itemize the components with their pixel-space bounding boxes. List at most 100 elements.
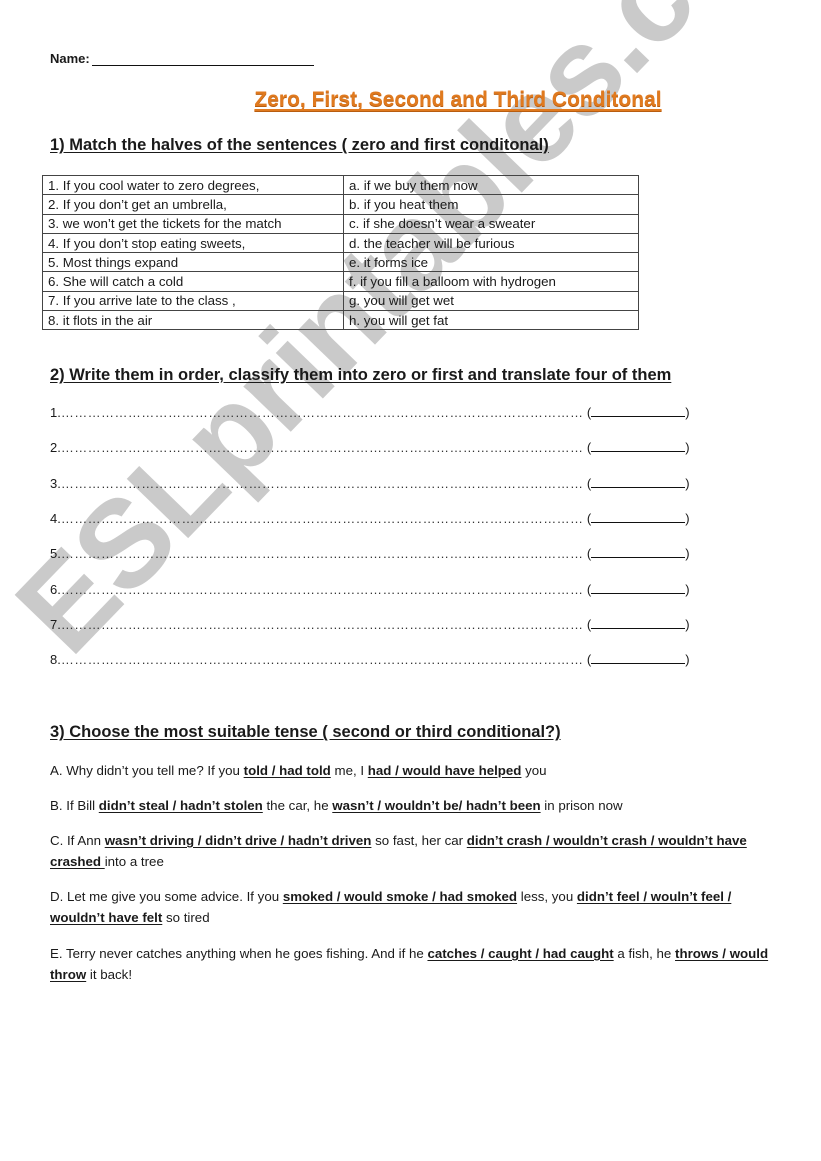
question-text: less, you — [517, 889, 577, 904]
paren-close: ) — [685, 440, 690, 455]
sentence-first-half: 5. Most things expand — [42, 252, 344, 273]
sentence-first-half: 3. we won’t get the tickets for the matc… — [42, 213, 344, 234]
question-item: A. Why didn’t you tell me? If you told /… — [50, 760, 770, 781]
name-field[interactable]: Name: — [50, 51, 314, 66]
classification-blank[interactable]: () — [587, 476, 690, 491]
question-item: B. If Bill didn’t steal / hadn’t stolen … — [50, 795, 770, 816]
worksheet-title: Zero, First, Second and Third Conditonal — [254, 88, 662, 111]
line-number: 6. — [50, 582, 61, 597]
sentence-first-half: 2. If you don’t get an umbrella, — [42, 194, 344, 215]
table-row: 8. it flots in the air h. you will get fa… — [42, 310, 639, 331]
classification-blank[interactable]: () — [587, 405, 690, 420]
answer-line[interactable]: 6.……………………………………………………………………………………………………… — [50, 582, 700, 597]
sentence-second-half: h. you will get fat — [343, 310, 639, 331]
matching-table: 1. If you cool water to zero degrees, a. … — [42, 174, 639, 331]
sentence-first-half: 1. If you cool water to zero degrees, — [42, 174, 344, 196]
line-number: 5. — [50, 546, 61, 561]
sentence-second-half: d. the teacher will be furious — [343, 232, 639, 254]
paren-close: ) — [685, 511, 690, 526]
answer-options[interactable]: didn’t steal / hadn’t stolen — [99, 798, 263, 813]
question-item: D. Let me give you some advice. If you s… — [50, 886, 770, 928]
answer-line[interactable]: 3.……………………………………………………………………………………………………… — [50, 476, 700, 491]
paren-close: ) — [685, 582, 690, 597]
classification-underline[interactable] — [591, 440, 686, 452]
question-text: it back! — [86, 967, 133, 982]
classification-blank[interactable]: () — [587, 546, 690, 561]
sentence-second-half: b. if you heat them — [343, 194, 639, 215]
question-text: in prison now — [540, 798, 623, 813]
answer-options[interactable]: wasn’t / wouldn’t be/ hadn’t been — [332, 798, 540, 813]
question-item: E. Terry never catches anything when he … — [50, 943, 770, 985]
question-text: A. Why didn’t you tell me? If you — [50, 763, 244, 778]
classification-underline[interactable] — [591, 546, 686, 558]
classification-blank[interactable]: () — [587, 511, 690, 526]
answer-options[interactable]: catches / caught / had caught — [427, 946, 613, 961]
dotted-answer-space[interactable]: …………………………………………………………………………………………………………… — [61, 405, 583, 420]
line-number: 8. — [50, 652, 61, 667]
worksheet-page: ESLprintables.com Name: Zero, First, Sec… — [0, 0, 821, 1161]
paren-close: ) — [685, 405, 690, 420]
table-row: 4. If you don’t stop eating sweets, d. th… — [42, 232, 639, 254]
paren-close: ) — [685, 652, 690, 667]
question-text: C. If Ann — [50, 833, 105, 848]
question-text: you — [521, 763, 547, 778]
sentence-second-half: a. if we buy them now — [343, 174, 639, 196]
answer-options[interactable]: smoked / would smoke / had smoked — [283, 889, 517, 904]
table-row: 1. If you cool water to zero degrees, a. … — [42, 174, 639, 196]
answer-line[interactable]: 7.……………………………………………………………………………………………………… — [50, 617, 700, 632]
sentence-first-half: 4. If you don’t stop eating sweets, — [42, 232, 344, 254]
classification-blank[interactable]: () — [587, 582, 690, 597]
sentence-second-half: f. if you fill a balloom with hydrogen — [343, 271, 639, 292]
paren-close: ) — [685, 546, 690, 561]
answer-options[interactable]: had / would have helped — [368, 763, 522, 778]
dotted-answer-space[interactable]: …………………………………………………………………………………………………………… — [61, 511, 583, 526]
answer-line[interactable]: 8.……………………………………………………………………………………………………… — [50, 652, 700, 667]
question-text: a fish, he — [613, 946, 676, 961]
table-row: 5. Most things expand e. it forms ice — [42, 252, 639, 273]
classification-blank[interactable]: () — [587, 617, 690, 632]
line-number: 3. — [50, 476, 61, 491]
question-text: into a tree — [104, 854, 164, 869]
question-text: D. Let me give you some advice. If you — [50, 889, 283, 904]
dotted-answer-space[interactable]: …………………………………………………………………………………………………………… — [61, 440, 583, 455]
classification-underline[interactable] — [591, 652, 686, 664]
classification-blank[interactable]: () — [587, 440, 690, 455]
section2-heading: 2) Write them in order, classify them in… — [50, 366, 672, 384]
dotted-answer-space[interactable]: …………………………………………………………………………………………………………… — [61, 476, 583, 491]
line-number: 7. — [50, 617, 61, 632]
classification-underline[interactable] — [591, 617, 686, 629]
table-row: 6. She will catch a cold f. if you fill a… — [42, 271, 639, 292]
sentence-first-half: 7. If you arrive late to the class , — [42, 290, 344, 312]
question-text: so tired — [162, 910, 210, 925]
question-text: the car, he — [262, 798, 333, 813]
section3-heading: 3) Choose the most suitable tense ( seco… — [50, 723, 561, 741]
answer-line[interactable]: 2.……………………………………………………………………………………………………… — [50, 440, 700, 455]
answer-line[interactable]: 1.……………………………………………………………………………………………………… — [50, 405, 700, 420]
dotted-answer-space[interactable]: …………………………………………………………………………………………………………… — [61, 582, 583, 597]
classification-underline[interactable] — [591, 582, 686, 594]
classification-underline[interactable] — [591, 511, 686, 523]
question-text: B. If Bill — [50, 798, 99, 813]
question-text: me, I — [330, 763, 368, 778]
question-text: so fast, her car — [371, 833, 467, 848]
dotted-answer-space[interactable]: …………………………………………………………………………………………………………… — [61, 652, 583, 667]
classification-underline[interactable] — [591, 405, 686, 417]
sentence-first-half: 8. it flots in the air — [42, 310, 344, 331]
name-blank[interactable] — [91, 53, 314, 66]
answer-options[interactable]: wasn’t driving / didn’t drive / hadn’t d… — [105, 833, 372, 848]
classification-blank[interactable]: () — [587, 652, 690, 667]
table-row: 7. If you arrive late to the class , g. y… — [42, 290, 639, 312]
answer-line[interactable]: 4.……………………………………………………………………………………………………… — [50, 511, 700, 526]
answer-options[interactable]: told / had told — [244, 763, 331, 778]
dotted-answer-space[interactable]: …………………………………………………………………………………………………………… — [61, 546, 583, 561]
paren-close: ) — [685, 617, 690, 632]
line-number: 2. — [50, 440, 61, 455]
section1-heading: 1) Match the halves of the sentences ( z… — [50, 136, 549, 154]
classification-underline[interactable] — [591, 476, 686, 488]
question-item: C. If Ann wasn’t driving / didn’t drive … — [50, 830, 770, 872]
sentence-second-half: e. it forms ice — [343, 252, 639, 273]
dotted-answer-space[interactable]: …………………………………………………………………………………………………………… — [61, 617, 583, 632]
sentence-first-half: 6. She will catch a cold — [42, 271, 344, 292]
answer-line[interactable]: 5.……………………………………………………………………………………………………… — [50, 546, 700, 561]
table-row: 3. we won’t get the tickets for the matc… — [42, 213, 639, 234]
